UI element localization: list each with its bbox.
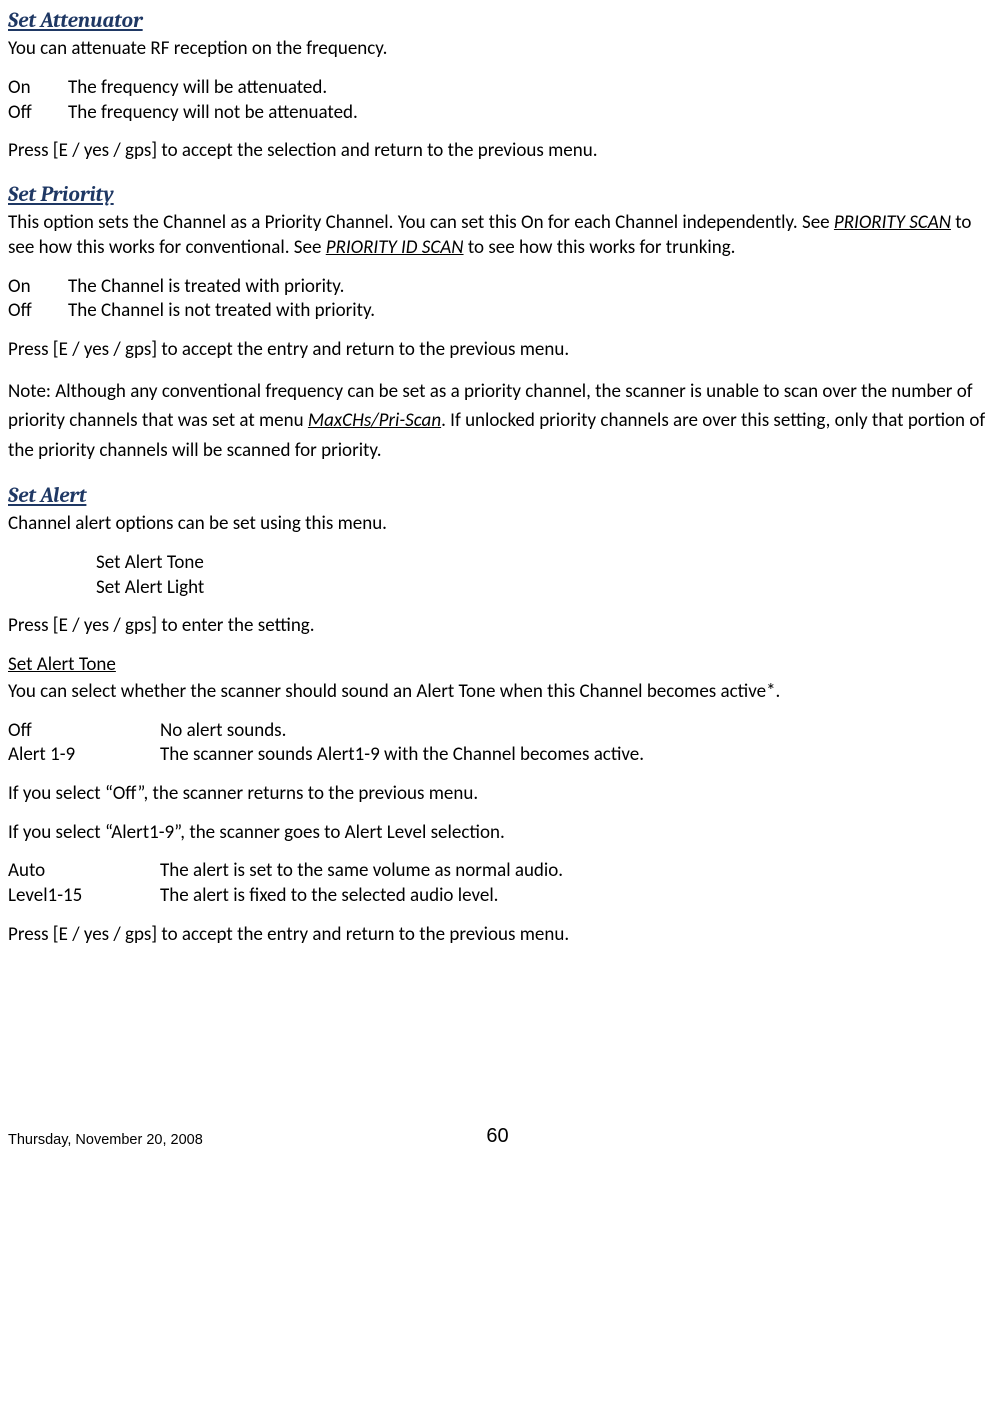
alert-tone-press: Press [E / yes / gps] to accept the entr… bbox=[8, 923, 987, 948]
option-desc: The frequency will be attenuated. bbox=[68, 76, 327, 101]
footer-page-number: 60 bbox=[486, 1123, 508, 1149]
option-desc: The frequency will not be attenuated. bbox=[68, 101, 358, 126]
alert-press: Press [E / yes / gps] to enter the setti… bbox=[8, 614, 987, 639]
alert-tone-options-1: Off No alert sounds. Alert 1-9 The scann… bbox=[8, 719, 987, 768]
option-desc: The alert is fixed to the selected audio… bbox=[160, 884, 498, 909]
subheading-alert-tone: Set Alert Tone bbox=[8, 653, 987, 678]
option-label: Level1-15 bbox=[8, 884, 160, 909]
priority-press: Press [E / yes / gps] to accept the entr… bbox=[8, 338, 987, 363]
alert-tone-options-2: Auto The alert is set to the same volume… bbox=[8, 859, 987, 908]
attenuator-intro: You can attenuate RF reception on the fr… bbox=[8, 37, 987, 62]
link-priority-id-scan[interactable]: PRIORITY ID SCAN bbox=[326, 236, 464, 259]
option-row: On The Channel is treated with priority. bbox=[8, 275, 987, 300]
option-row: Alert 1-9 The scanner sounds Alert1-9 wi… bbox=[8, 743, 987, 768]
alert-tone-intro: You can select whether the scanner shoul… bbox=[8, 680, 987, 705]
alert-intro: Channel alert options can be set using t… bbox=[8, 512, 987, 537]
option-label: Off bbox=[8, 299, 68, 324]
option-label: Off bbox=[8, 101, 68, 126]
priority-note: Note: Although any conventional frequenc… bbox=[8, 377, 987, 465]
link-maxchs-pri-scan[interactable]: MaxCHs/Pri-Scan bbox=[308, 409, 441, 432]
option-label: Alert 1-9 bbox=[8, 743, 160, 768]
attenuator-options: On The frequency will be attenuated. Off… bbox=[8, 76, 987, 125]
option-label: Off bbox=[8, 719, 160, 744]
option-row: Level1-15 The alert is fixed to the sele… bbox=[8, 884, 987, 909]
heading-attenuator: Set Attenuator bbox=[8, 8, 987, 35]
option-desc: The Channel is not treated with priority… bbox=[68, 299, 375, 324]
link-priority-scan[interactable]: PRIORITY SCAN bbox=[834, 211, 951, 234]
option-row: Off No alert sounds. bbox=[8, 719, 987, 744]
option-desc: The Channel is treated with priority. bbox=[68, 275, 344, 300]
menu-item: Set Alert Tone bbox=[96, 551, 987, 576]
option-row: Auto The alert is set to the same volume… bbox=[8, 859, 987, 884]
option-row: Off The frequency will not be attenuated… bbox=[8, 101, 987, 126]
option-label: Auto bbox=[8, 859, 160, 884]
alert-if-alert: If you select “Alert1-9”, the scanner go… bbox=[8, 821, 987, 846]
option-row: Off The Channel is not treated with prio… bbox=[8, 299, 987, 324]
text: This option sets the Channel as a Priori… bbox=[8, 211, 834, 234]
priority-options: On The Channel is treated with priority.… bbox=[8, 275, 987, 324]
alert-if-off: If you select “Off”, the scanner returns… bbox=[8, 782, 987, 807]
option-row: On The frequency will be attenuated. bbox=[8, 76, 987, 101]
footer-date: Thursday, November 20, 2008 bbox=[8, 1132, 203, 1148]
option-label: On bbox=[8, 76, 68, 101]
option-desc: The alert is set to the same volume as n… bbox=[160, 859, 563, 884]
heading-alert: Set Alert bbox=[8, 483, 987, 510]
page-footer: Thursday, November 20, 2008 60 bbox=[8, 1127, 987, 1172]
priority-intro: This option sets the Channel as a Priori… bbox=[8, 211, 987, 260]
alert-menu-items: Set Alert Tone Set Alert Light bbox=[96, 551, 987, 600]
attenuator-press: Press [E / yes / gps] to accept the sele… bbox=[8, 139, 987, 164]
text: to see how this works for trunking. bbox=[464, 236, 736, 259]
option-desc: No alert sounds. bbox=[160, 719, 286, 744]
option-desc: The scanner sounds Alert1-9 with the Cha… bbox=[160, 743, 644, 768]
menu-item: Set Alert Light bbox=[96, 576, 987, 601]
option-label: On bbox=[8, 275, 68, 300]
heading-priority: Set Priority bbox=[8, 182, 987, 209]
